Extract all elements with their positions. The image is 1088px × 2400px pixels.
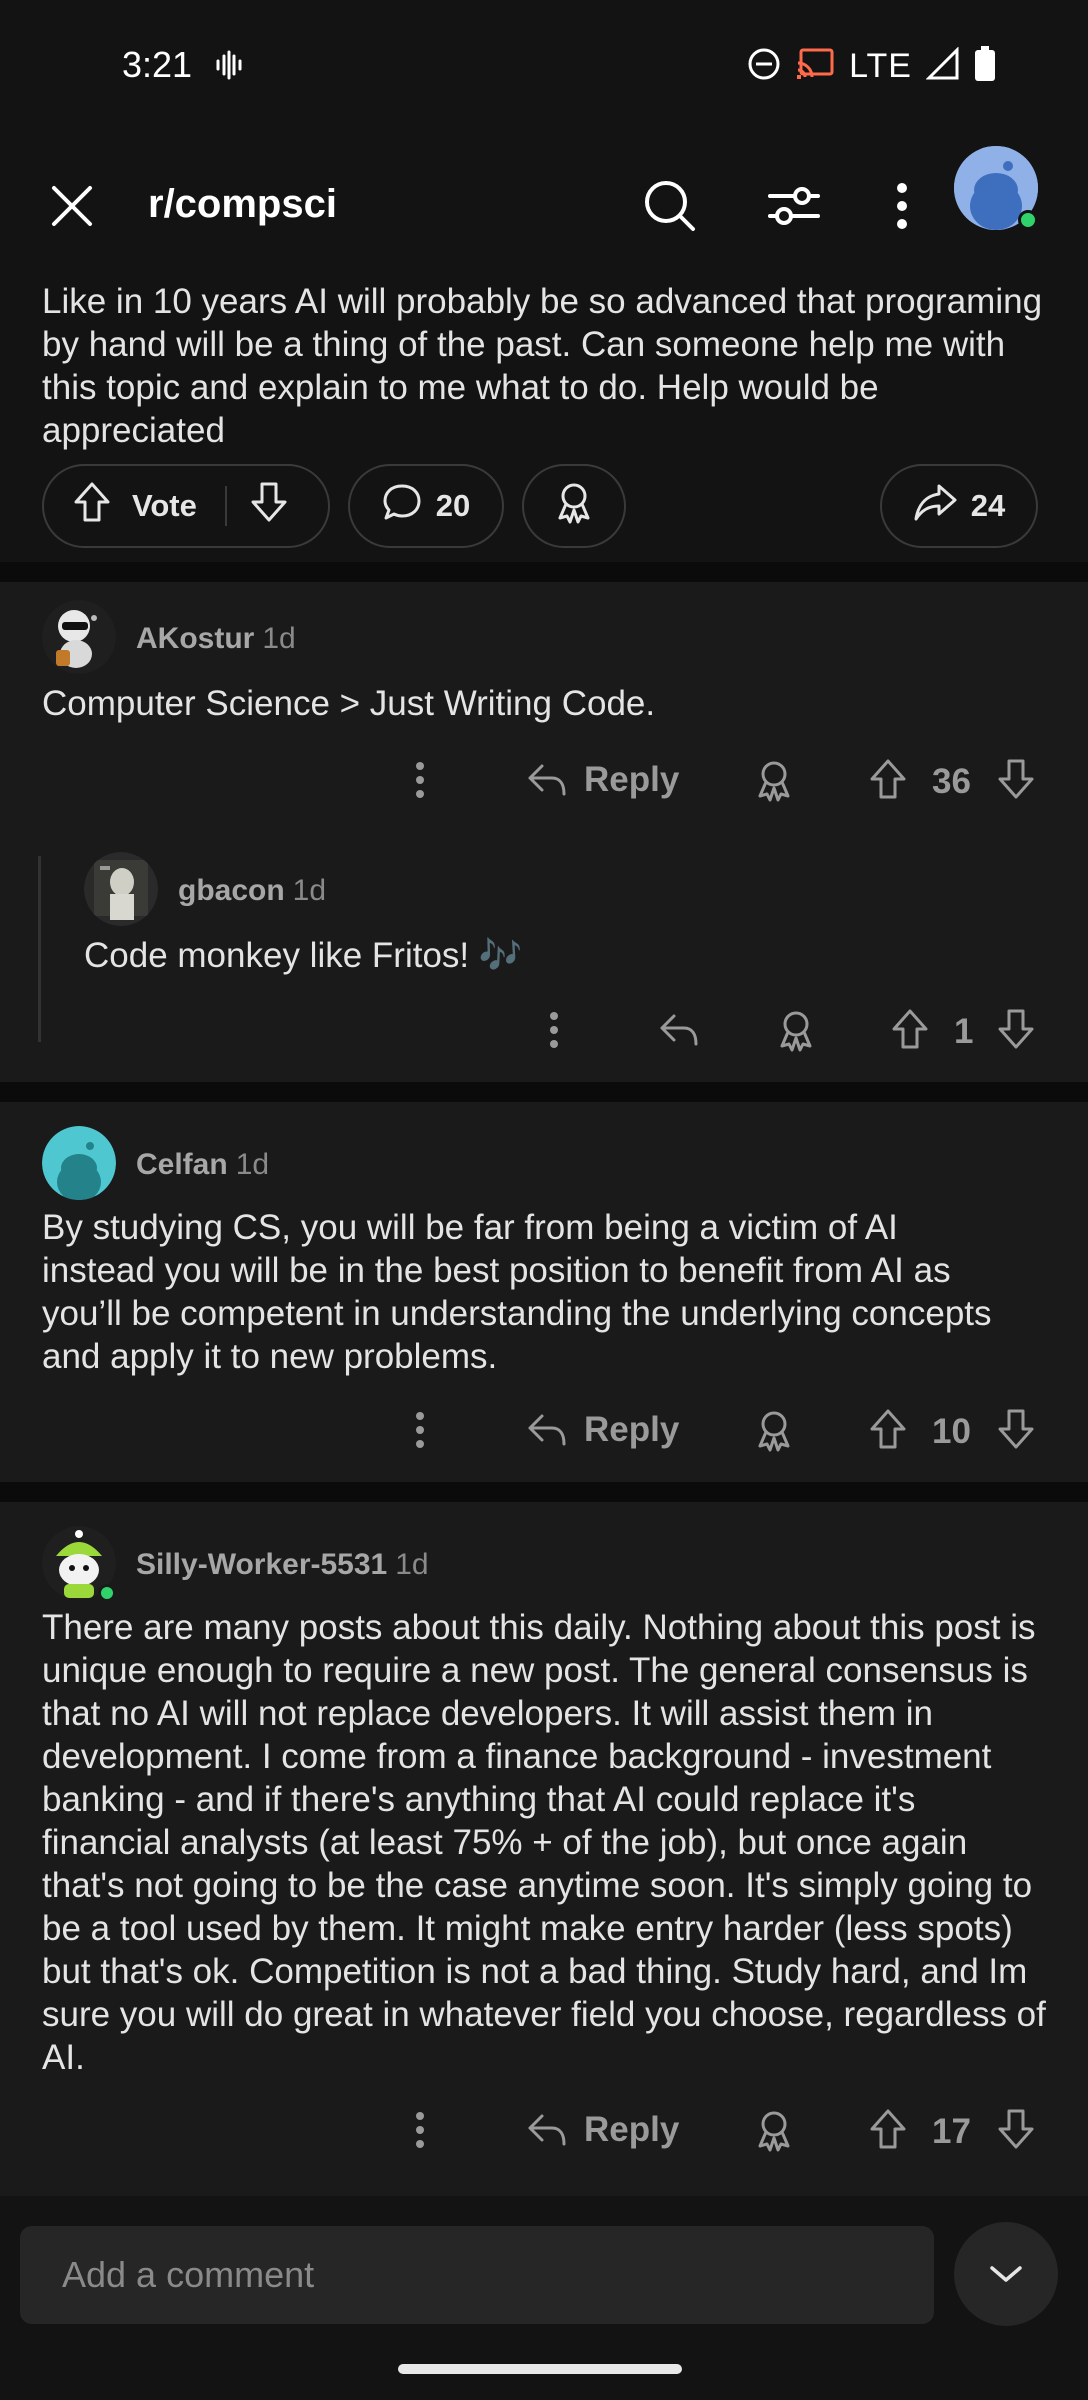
dnd-icon — [747, 47, 781, 86]
upvote-icon[interactable] — [72, 481, 112, 531]
post: Like in 10 years AI will probably be so … — [0, 280, 1088, 562]
reply-icon — [528, 1414, 566, 1446]
status-icons: LTE — [747, 46, 996, 87]
upvote-icon[interactable] — [890, 1008, 930, 1050]
close-icon[interactable] — [44, 178, 100, 234]
share-icon — [913, 482, 957, 530]
signal-icon — [925, 46, 960, 86]
more-options-icon[interactable] — [398, 758, 442, 802]
upvote-icon[interactable] — [868, 1408, 908, 1450]
reply-icon — [528, 2114, 566, 2146]
post-body: Like in 10 years AI will probably be so … — [42, 282, 1043, 450]
share-count: 24 — [970, 488, 1006, 523]
avatar[interactable] — [42, 600, 116, 674]
comment-actions: Reply 10 — [0, 1400, 1088, 1460]
award-icon — [552, 480, 596, 532]
award-icon[interactable] — [752, 1408, 796, 1452]
status-bar: 3:21 LTE — [0, 0, 1088, 130]
share-button[interactable]: 24 — [880, 464, 1038, 548]
upvote-icon[interactable] — [868, 2108, 908, 2150]
cast-icon — [795, 47, 835, 86]
scroll-down-button[interactable] — [954, 2222, 1058, 2326]
downvote-icon[interactable] — [996, 1008, 1036, 1050]
divider — [0, 562, 1088, 582]
vote-label: Vote — [132, 488, 197, 523]
avatar[interactable] — [42, 1126, 116, 1200]
downvote-icon[interactable] — [996, 1408, 1036, 1450]
comment-text: Computer Science > Just Writing Code. — [42, 684, 656, 723]
status-time: 3:21 — [122, 44, 193, 85]
vote-pill: Vote — [42, 464, 330, 548]
more-options-icon[interactable] — [872, 176, 932, 236]
comment-score: 17 — [932, 2112, 971, 2151]
more-options-icon[interactable] — [398, 2108, 442, 2152]
comment-text: There are many posts about this daily. N… — [42, 1608, 1046, 2077]
bottom-bar: Add a comment — [0, 2196, 1088, 2400]
upvote-icon[interactable] — [868, 758, 908, 800]
home-indicator[interactable] — [398, 2364, 682, 2374]
comment-icon — [382, 482, 422, 530]
network-type: LTE — [849, 47, 912, 85]
downvote-icon[interactable] — [996, 2108, 1036, 2150]
search-icon[interactable] — [640, 176, 700, 236]
comment-username[interactable]: Silly-Worker-5531 1d — [136, 1548, 429, 1582]
comment-text: Code monkey like Fritos! 🎶 — [84, 936, 523, 975]
award-button[interactable] — [522, 464, 626, 548]
add-comment-placeholder: Add a comment — [62, 2254, 315, 2295]
more-options-icon[interactable] — [532, 1008, 576, 1052]
vibrate-icon — [214, 50, 244, 85]
avatar[interactable] — [84, 852, 158, 926]
comment: Silly-Worker-5531 1d There are many posts… — [0, 1502, 1088, 2186]
reply-button[interactable]: Reply — [526, 1410, 679, 1450]
comment-text: By studying CS, you will be far from bei… — [42, 1208, 992, 1376]
comment-thread: AKostur 1d Computer Science > Just Writin… — [0, 582, 1088, 1082]
comment-count: 20 — [435, 488, 471, 523]
comment-actions: 1 — [0, 1000, 1088, 1060]
comment-actions: Reply 17 — [0, 2100, 1088, 2160]
online-status-indicator — [1018, 210, 1038, 230]
downvote-icon[interactable] — [249, 481, 289, 531]
battery-icon — [974, 46, 996, 87]
reply-icon — [528, 764, 566, 796]
award-icon[interactable] — [752, 758, 796, 802]
award-icon[interactable] — [752, 2108, 796, 2152]
divider — [0, 1482, 1088, 1502]
downvote-icon[interactable] — [996, 758, 1036, 800]
comment-score: 10 — [932, 1412, 971, 1451]
app-header: r/compsci — [0, 130, 1088, 280]
comment-score: 1 — [954, 1012, 974, 1051]
comments-button[interactable]: 20 — [348, 464, 504, 548]
comment: Celfan 1d By studying CS, you will be far… — [0, 1102, 1088, 1482]
divider — [0, 1082, 1088, 1102]
online-status-indicator — [98, 1584, 116, 1602]
comment-username[interactable]: AKostur 1d — [136, 622, 296, 656]
next-comment-peek — [0, 2186, 1088, 2196]
award-icon[interactable] — [774, 1008, 818, 1052]
comment-score: 36 — [932, 762, 971, 801]
more-options-icon[interactable] — [398, 1408, 442, 1452]
subreddit-title[interactable]: r/compsci — [148, 182, 337, 227]
reply-button[interactable]: Reply — [526, 2110, 679, 2150]
add-comment-input[interactable]: Add a comment — [20, 2226, 934, 2324]
chevron-down-icon — [990, 2266, 1022, 2282]
reply-button[interactable]: Reply — [526, 760, 679, 800]
comment-username[interactable]: Celfan 1d — [136, 1148, 269, 1182]
filter-icon[interactable] — [764, 176, 824, 236]
comment-actions: Reply 36 — [0, 750, 1088, 810]
comment-username[interactable]: gbacon 1d — [178, 874, 326, 908]
reply-icon[interactable] — [658, 1012, 700, 1048]
